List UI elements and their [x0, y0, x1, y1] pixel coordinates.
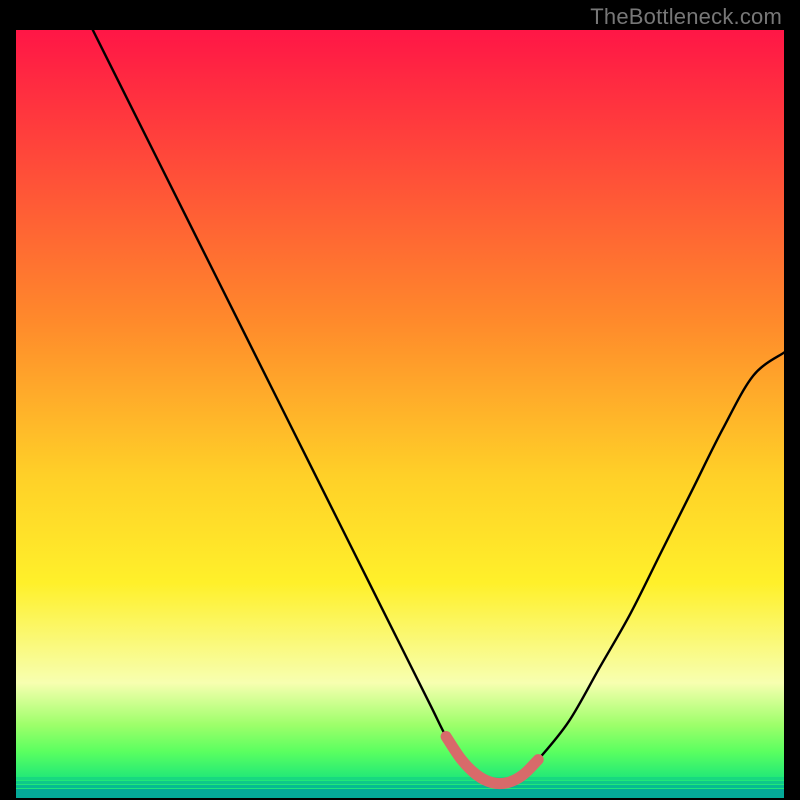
chart-frame — [16, 30, 784, 798]
watermark: TheBottleneck.com — [590, 4, 782, 30]
chart-plot — [16, 30, 784, 798]
bottleneck-curve — [93, 30, 784, 784]
optimal-range-marker — [446, 737, 538, 784]
